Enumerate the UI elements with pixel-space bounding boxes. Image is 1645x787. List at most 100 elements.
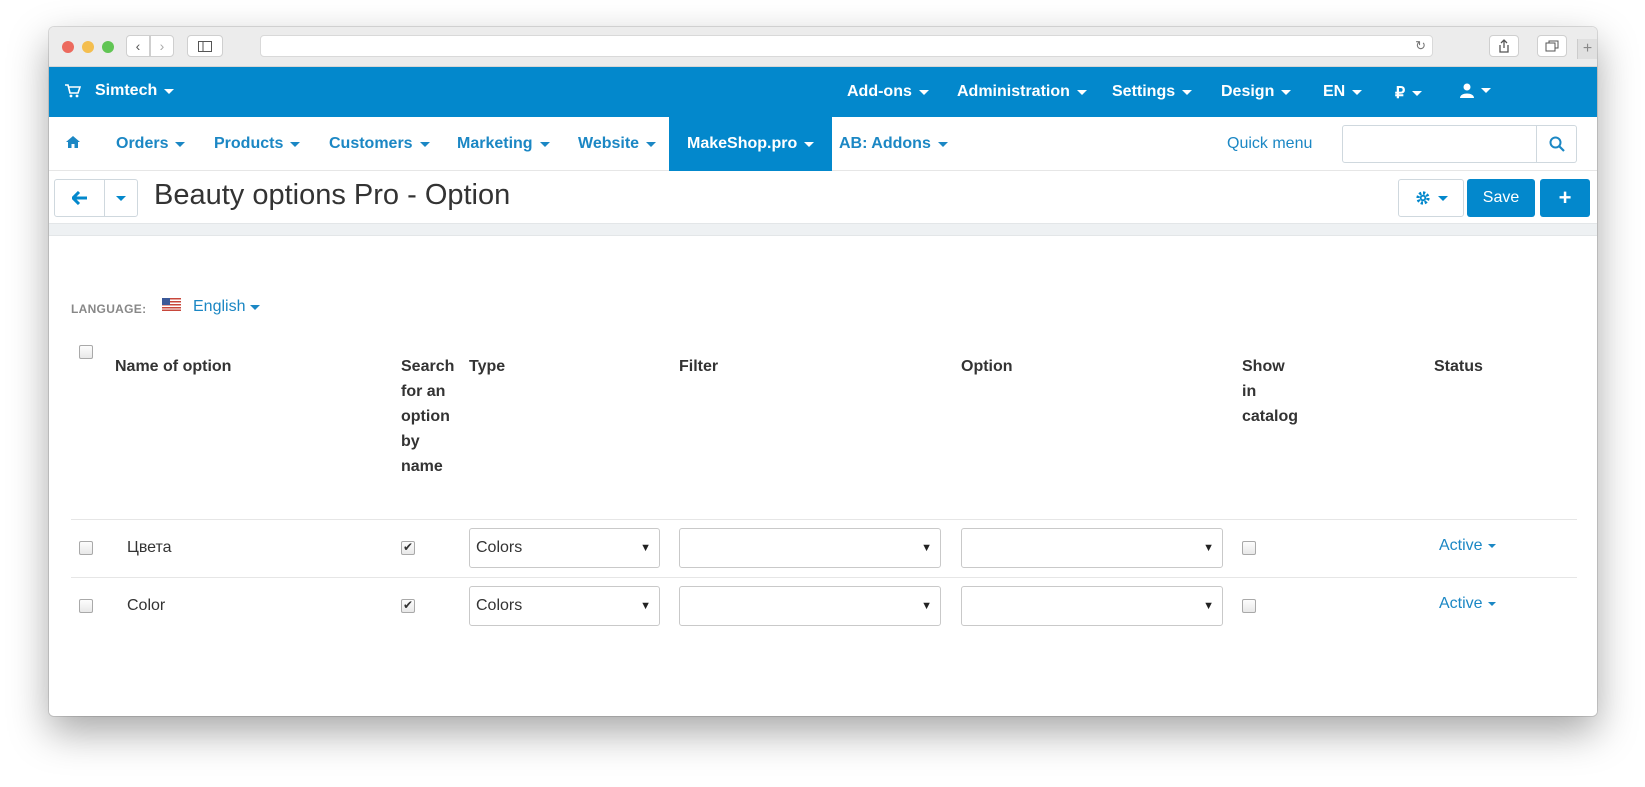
caret-down-icon bbox=[1487, 602, 1496, 606]
browser-forward-button[interactable]: › bbox=[150, 35, 174, 57]
page-header: Beauty options Pro - Option Save + bbox=[49, 171, 1597, 223]
caret-down-icon bbox=[918, 89, 929, 95]
language-value: English bbox=[193, 298, 246, 315]
topbar-design-label: Design bbox=[1221, 83, 1275, 100]
row-divider bbox=[71, 519, 1577, 520]
menu-orders[interactable]: Orders bbox=[116, 117, 186, 171]
menu-marketing-label: Marketing bbox=[457, 135, 533, 152]
topbar-addons[interactable]: Add-ons bbox=[847, 83, 929, 101]
caret-down-icon bbox=[175, 141, 186, 147]
main-content: LANGUAGE: English Name of option Search … bbox=[49, 236, 1597, 716]
menu-ab-addons[interactable]: AB: Addons bbox=[839, 117, 948, 171]
option-select[interactable]: ▼ bbox=[961, 528, 1223, 568]
topbar-user-menu[interactable] bbox=[1460, 83, 1491, 98]
caret-down-icon bbox=[164, 88, 175, 94]
menu-makeshop[interactable]: MakeShop.pro bbox=[669, 117, 833, 171]
triangle-down-icon: ▼ bbox=[640, 542, 651, 554]
sidebar-icon bbox=[198, 40, 212, 52]
menu-products-label: Products bbox=[214, 135, 284, 152]
share-button[interactable] bbox=[1489, 35, 1519, 57]
language-selector[interactable]: English bbox=[193, 298, 261, 316]
zoom-window-button[interactable] bbox=[102, 41, 114, 53]
back-button-group bbox=[54, 179, 138, 217]
minimize-window-button[interactable] bbox=[82, 41, 94, 53]
search-by-name-checkbox[interactable] bbox=[401, 540, 415, 555]
topbar-administration[interactable]: Administration bbox=[957, 83, 1087, 101]
us-flag-icon bbox=[162, 298, 181, 311]
main-menu: Orders Products Customers Marketing Webs… bbox=[49, 117, 1597, 171]
menu-marketing[interactable]: Marketing bbox=[457, 117, 550, 171]
new-tab-button[interactable]: + bbox=[1577, 39, 1597, 59]
address-bar[interactable]: ↻ bbox=[260, 35, 1433, 57]
menu-customers[interactable]: Customers bbox=[329, 117, 430, 171]
topbar-settings[interactable]: Settings bbox=[1112, 83, 1193, 101]
home-button[interactable] bbox=[65, 135, 81, 154]
column-header-filter: Filter bbox=[679, 358, 719, 375]
search-icon bbox=[1549, 136, 1565, 152]
row-select-checkbox[interactable] bbox=[79, 599, 93, 613]
filter-select[interactable]: ▼ bbox=[679, 586, 941, 626]
column-header-search-line: option bbox=[401, 408, 450, 425]
menu-products[interactable]: Products bbox=[214, 117, 301, 171]
type-select[interactable]: Colors ▼ bbox=[469, 586, 660, 626]
triangle-down-icon: ▼ bbox=[921, 542, 932, 554]
search-input[interactable] bbox=[1342, 125, 1537, 163]
topbar-administration-label: Administration bbox=[957, 83, 1070, 100]
chevron-left-icon: ‹ bbox=[135, 38, 141, 54]
filter-select[interactable]: ▼ bbox=[679, 528, 941, 568]
option-name: Цвета bbox=[127, 539, 172, 556]
column-header-show-line: in bbox=[1242, 383, 1257, 400]
caret-down-icon bbox=[1182, 89, 1193, 95]
caret-down-icon bbox=[1281, 89, 1292, 95]
settings-dropdown-button[interactable] bbox=[1398, 179, 1464, 217]
option-select[interactable]: ▼ bbox=[961, 586, 1223, 626]
topbar-settings-label: Settings bbox=[1112, 83, 1176, 100]
type-select-value: Colors bbox=[476, 597, 523, 614]
topbar-currency-label: ₽ bbox=[1395, 85, 1406, 102]
browser-sidebar-button[interactable] bbox=[187, 35, 223, 57]
user-icon bbox=[1460, 83, 1474, 98]
back-button[interactable] bbox=[55, 180, 105, 216]
show-in-catalog-checkbox[interactable] bbox=[1242, 541, 1256, 555]
caret-down-icon bbox=[1481, 88, 1491, 93]
triangle-down-icon: ▼ bbox=[640, 600, 651, 612]
row-select-checkbox[interactable] bbox=[79, 541, 93, 555]
store-switcher[interactable]: Simtech bbox=[65, 82, 175, 100]
status-value: Active bbox=[1439, 537, 1483, 554]
gear-icon bbox=[1415, 191, 1430, 205]
status-dropdown[interactable]: Active bbox=[1439, 537, 1496, 555]
chevron-right-icon: › bbox=[159, 38, 165, 54]
menu-website[interactable]: Website bbox=[578, 117, 657, 171]
page-title: Beauty options Pro - Option bbox=[154, 179, 511, 211]
caret-down-icon bbox=[937, 141, 948, 147]
type-select[interactable]: Colors ▼ bbox=[469, 528, 660, 568]
column-header-search-line: Search bbox=[401, 358, 455, 375]
search-by-name-checkbox[interactable] bbox=[401, 598, 415, 613]
column-header-search: Search for an option by name bbox=[401, 354, 454, 479]
menu-orders-label: Orders bbox=[116, 135, 169, 152]
add-button[interactable]: + bbox=[1540, 179, 1590, 217]
topbar-design[interactable]: Design bbox=[1221, 83, 1292, 101]
search-button[interactable] bbox=[1537, 125, 1577, 163]
menu-customers-label: Customers bbox=[329, 135, 413, 152]
topbar-language[interactable]: EN bbox=[1323, 83, 1363, 101]
home-icon bbox=[66, 136, 80, 148]
browser-back-button[interactable]: ‹ bbox=[126, 35, 150, 57]
topbar-currency[interactable]: ₽ bbox=[1395, 83, 1423, 103]
reload-icon[interactable]: ↻ bbox=[1415, 38, 1426, 54]
column-header-type: Type bbox=[469, 358, 506, 375]
quick-menu-link[interactable]: Quick menu bbox=[1227, 135, 1312, 153]
caret-down-icon bbox=[804, 141, 815, 147]
select-all-checkbox[interactable] bbox=[79, 345, 93, 359]
show-in-catalog-checkbox[interactable] bbox=[1242, 599, 1256, 613]
back-dropdown-button[interactable] bbox=[105, 180, 137, 216]
store-name: Simtech bbox=[95, 82, 158, 99]
show-tabs-button[interactable] bbox=[1537, 35, 1567, 57]
admin-top-bar: Simtech Add-ons Administration Settings … bbox=[49, 67, 1597, 117]
status-dropdown[interactable]: Active bbox=[1439, 595, 1496, 613]
status-value: Active bbox=[1439, 595, 1483, 612]
close-window-button[interactable] bbox=[62, 41, 74, 53]
caret-down-icon bbox=[419, 141, 430, 147]
save-button[interactable]: Save bbox=[1467, 179, 1535, 217]
topbar-addons-label: Add-ons bbox=[847, 83, 912, 100]
